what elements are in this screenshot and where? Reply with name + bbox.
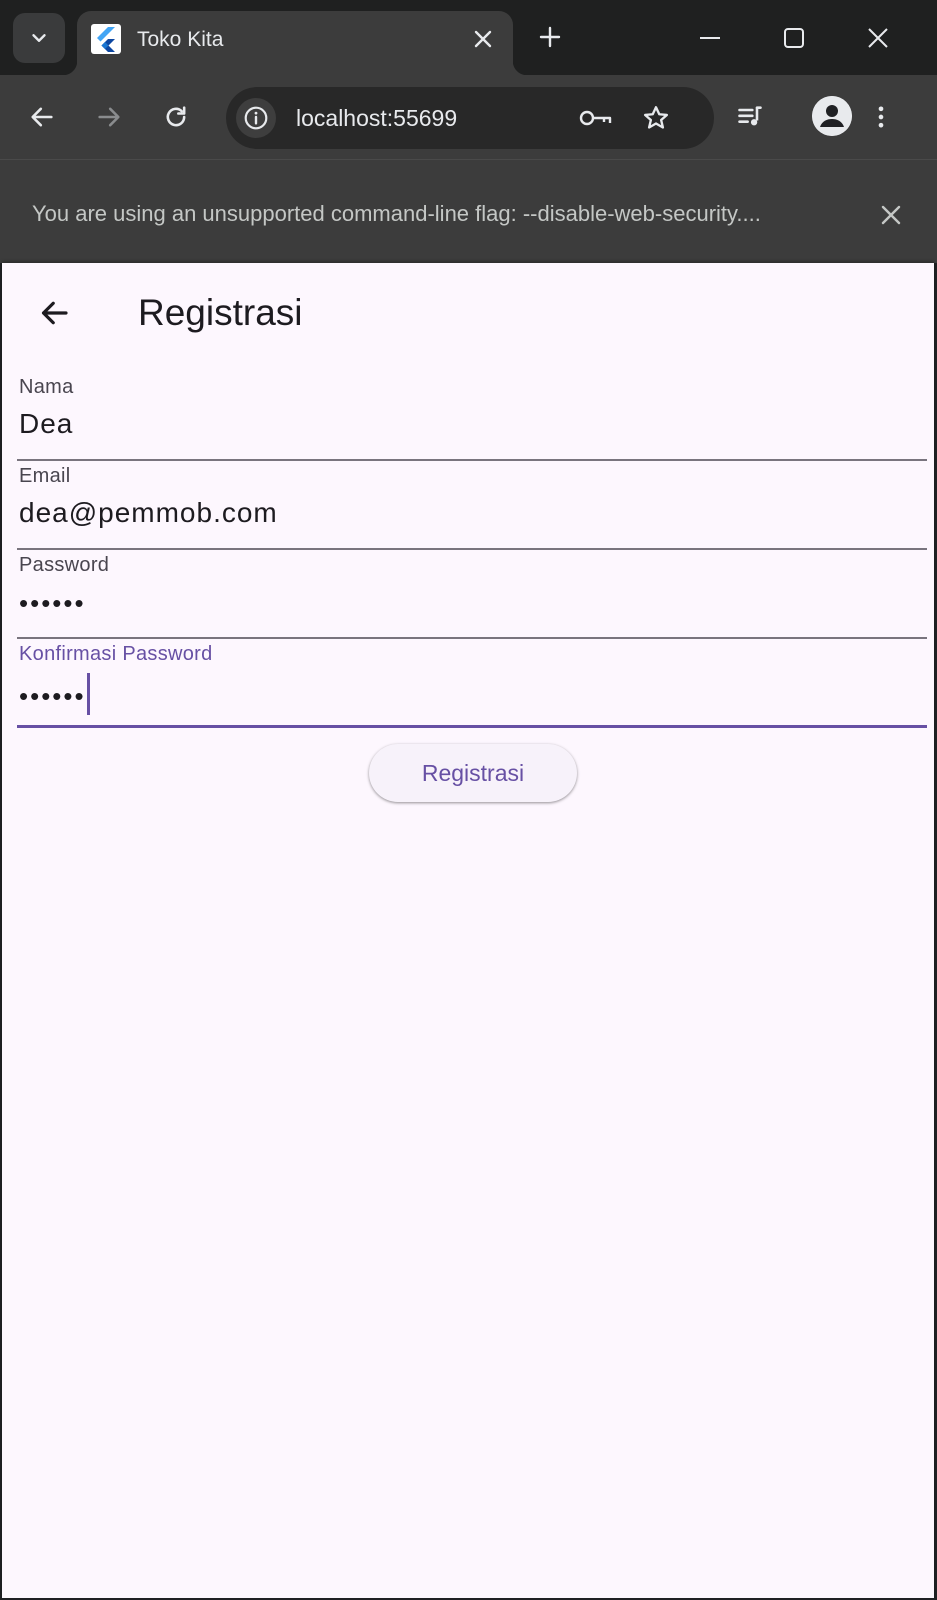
app-back-button[interactable]: [26, 285, 82, 341]
profile-button[interactable]: [812, 96, 852, 136]
konfirmasi-password-value: ••••••: [19, 680, 86, 711]
more-vert-icon: [878, 106, 884, 128]
text-caret: [86, 673, 90, 715]
key-icon: [579, 110, 612, 126]
reload-button[interactable]: [156, 97, 196, 137]
flutter-icon: [91, 24, 121, 54]
close-icon: [881, 205, 901, 225]
plus-icon: [539, 26, 561, 48]
arrow-back-icon: [41, 301, 68, 325]
konfirmasi-password-field[interactable]: Konfirmasi Password ••••••: [17, 638, 927, 728]
registrasi-button[interactable]: Registrasi: [369, 744, 577, 802]
url-text[interactable]: localhost:55699: [296, 105, 457, 132]
konfirmasi-password-label: Konfirmasi Password: [19, 643, 213, 665]
tab-search-button[interactable]: [13, 13, 65, 63]
infobar-close-button[interactable]: [874, 198, 908, 232]
email-label: Email: [19, 465, 71, 487]
tab-strip: Toko Kita: [0, 0, 937, 75]
infobar-message: You are using an unsupported command-lin…: [32, 201, 761, 226]
maximize-button[interactable]: [776, 20, 812, 56]
tab-close-button[interactable]: [469, 25, 497, 53]
warning-infobar: You are using an unsupported command-lin…: [0, 159, 937, 263]
back-arrow-icon: [31, 107, 53, 127]
nama-value[interactable]: Dea: [19, 408, 73, 440]
profile-icon: [812, 96, 852, 136]
reload-icon: [166, 106, 186, 127]
media-queue-button[interactable]: [730, 97, 770, 137]
browser-tab[interactable]: Toko Kita: [63, 11, 527, 75]
nama-field[interactable]: Nama Dea: [17, 371, 927, 461]
new-tab-button[interactable]: [535, 22, 565, 52]
konfirmasi-password-input[interactable]: ••••••: [19, 673, 90, 719]
nama-label: Nama: [19, 376, 74, 398]
media-queue-icon: [738, 106, 762, 126]
back-button[interactable]: [22, 97, 62, 137]
maximize-icon: [784, 28, 804, 48]
menu-button[interactable]: [861, 97, 901, 137]
password-field[interactable]: Password ••••••: [17, 549, 927, 639]
forward-arrow-icon: [98, 107, 120, 127]
forward-button[interactable]: [89, 97, 129, 137]
password-key-button[interactable]: [578, 100, 614, 136]
bookmark-button[interactable]: [638, 100, 674, 136]
star-icon: [643, 106, 669, 129]
tab-title: Toko Kita: [137, 28, 224, 51]
password-value[interactable]: ••••••: [19, 588, 86, 619]
site-info-button[interactable]: [236, 98, 276, 138]
close-icon: [868, 28, 888, 48]
minimize-icon: [700, 37, 720, 39]
email-field[interactable]: Email dea@pemmob.com: [17, 460, 927, 550]
email-value[interactable]: dea@pemmob.com: [19, 497, 278, 529]
password-label: Password: [19, 554, 110, 576]
address-bar[interactable]: localhost:55699: [226, 87, 714, 149]
browser-toolbar: localhost:55699: [0, 75, 937, 159]
tab-search-icon: [32, 34, 46, 42]
info-icon: [244, 106, 268, 130]
page-title: Registrasi: [138, 292, 303, 333]
minimize-button[interactable]: [692, 20, 728, 56]
close-icon: [474, 30, 492, 48]
window-close-button[interactable]: [860, 20, 896, 56]
app-viewport: Registrasi Nama Dea Email dea@pemmob.com…: [2, 263, 934, 1598]
app-bar: Registrasi: [2, 263, 934, 365]
